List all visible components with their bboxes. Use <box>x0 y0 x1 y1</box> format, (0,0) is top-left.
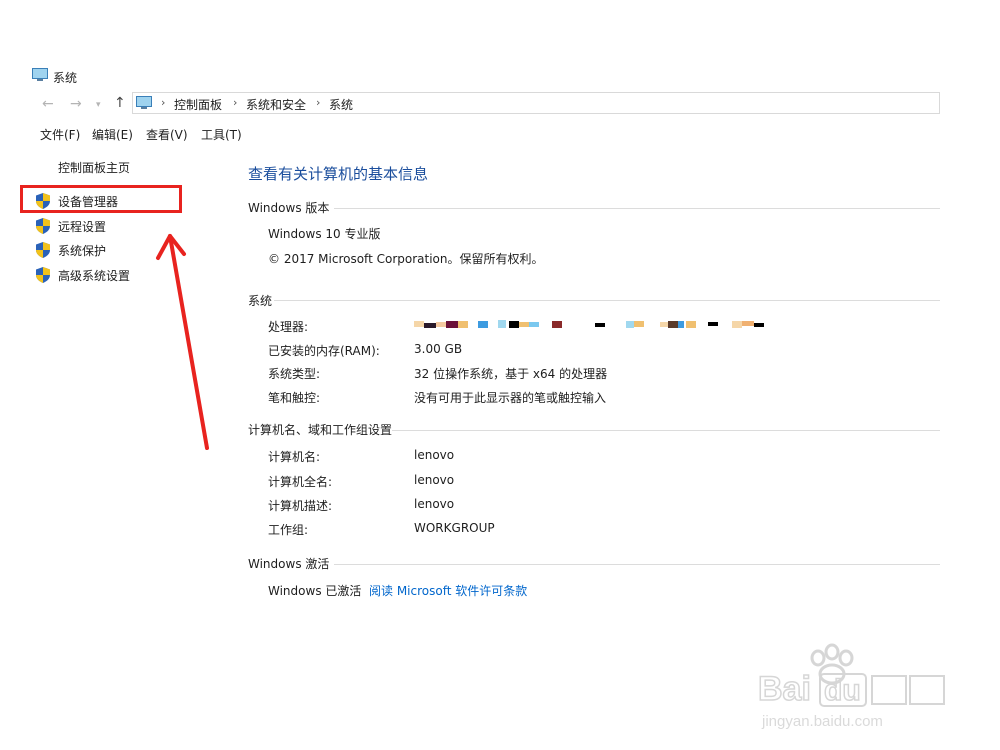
forward-arrow-icon[interactable]: → <box>70 96 82 112</box>
section-title-computer: 计算机名、域和工作组设置 <box>248 423 393 437</box>
computer-fullname-value: lenovo <box>414 473 455 487</box>
menu-tools[interactable]: 工具(T) <box>201 126 242 143</box>
windows-edition-name: Windows 10 专业版 <box>268 227 381 241</box>
annotation-highlight-box <box>20 185 182 213</box>
breadcrumb-system-security[interactable]: 系统和安全 <box>246 96 306 113</box>
menu-file[interactable]: 文件(F) <box>40 126 80 143</box>
workgroup-label: 工作组: <box>268 523 309 537</box>
address-bar[interactable]: › 控制面板 › 系统和安全 › 系统 <box>132 92 940 114</box>
sidebar-item-label: 高级系统设置 <box>58 268 131 283</box>
shield-icon <box>36 218 50 234</box>
back-arrow-icon[interactable]: ← <box>42 96 54 112</box>
computer-fullname-label: 计算机全名: <box>268 475 333 489</box>
system-type-value: 32 位操作系统，基于 x64 的处理器 <box>414 367 608 381</box>
section-title-activation: Windows 激活 <box>248 557 330 571</box>
baidu-jingyan-watermark: Bai du jingyan.baidu.com <box>757 643 945 730</box>
system-type-label: 系统类型: <box>268 367 321 381</box>
sidebar-item-label: 系统保护 <box>58 243 107 258</box>
ram-value: 3.00 GB <box>414 342 463 356</box>
activation-status: Windows 已激活 <box>268 584 362 598</box>
svg-text:Bai: Bai <box>758 670 811 708</box>
shield-icon <box>36 242 50 258</box>
section-title-edition: Windows 版本 <box>248 201 330 215</box>
license-terms-link[interactable]: 阅读 Microsoft 软件许可条款 <box>369 582 527 599</box>
svg-text:jingyan.baidu.com: jingyan.baidu.com <box>761 713 883 730</box>
recent-locations-icon[interactable]: ▾ <box>96 100 101 110</box>
computer-name-value: lenovo <box>414 448 455 462</box>
breadcrumb-separator-icon: › <box>233 96 238 109</box>
shield-icon <box>36 267 50 283</box>
annotation-arrow <box>156 234 209 450</box>
computer-description-label: 计算机描述: <box>268 499 333 513</box>
pen-touch-label: 笔和触控: <box>268 391 321 405</box>
page-heading: 查看有关计算机的基本信息 <box>248 165 429 183</box>
processor-label: 处理器: <box>268 320 309 334</box>
control-panel-icon <box>136 96 152 109</box>
copyright-text: © 2017 Microsoft Corporation。保留所有权利。 <box>268 252 544 266</box>
breadcrumb-system[interactable]: 系统 <box>329 96 353 113</box>
up-arrow-icon[interactable]: ↑ <box>114 95 126 111</box>
section-divider <box>392 430 940 431</box>
sidebar-item-remote-settings[interactable]: 远程设置 <box>36 216 106 236</box>
sidebar-control-panel-home[interactable]: 控制面板主页 <box>58 159 130 176</box>
window-title: 系统 <box>53 71 78 85</box>
section-divider <box>334 564 940 565</box>
breadcrumb-control-panel[interactable]: 控制面板 <box>174 96 222 113</box>
breadcrumb-separator-icon: › <box>161 96 166 109</box>
sidebar-item-advanced-settings[interactable]: 高级系统设置 <box>36 265 130 285</box>
menu-edit[interactable]: 编辑(E) <box>92 126 133 143</box>
svg-text:du: du <box>824 674 861 707</box>
section-divider <box>274 300 940 301</box>
workgroup-value: WORKGROUP <box>414 521 495 535</box>
computer-name-label: 计算机名: <box>268 450 321 464</box>
redacted-processor-value <box>414 320 764 328</box>
section-divider <box>334 208 940 209</box>
system-monitor-icon <box>32 68 48 81</box>
sidebar-item-system-protection[interactable]: 系统保护 <box>36 240 106 260</box>
menu-view[interactable]: 查看(V) <box>146 126 188 143</box>
computer-description-value: lenovo <box>414 497 455 511</box>
sidebar-item-label: 远程设置 <box>58 219 107 234</box>
pen-touch-value: 没有可用于此显示器的笔或触控输入 <box>414 391 607 405</box>
breadcrumb-separator-icon: › <box>316 96 321 109</box>
ram-label: 已安装的内存(RAM): <box>268 344 380 358</box>
section-title-system: 系统 <box>248 294 273 308</box>
